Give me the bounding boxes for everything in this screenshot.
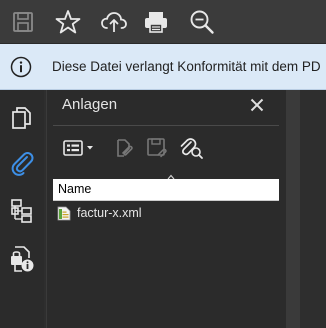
xml-file-icon [57, 206, 71, 221]
attachments-button[interactable] [7, 148, 37, 178]
star-icon [55, 10, 81, 34]
save-icon [13, 12, 33, 32]
save-button[interactable] [8, 7, 38, 37]
document-area [300, 90, 326, 328]
panel-divider [53, 125, 279, 126]
structure-button[interactable] [7, 196, 37, 226]
main-toolbar [0, 0, 326, 44]
structure-tree-icon [11, 199, 32, 223]
info-banner: Diese Datei verlangt Konformität mit dem… [0, 44, 326, 90]
print-button[interactable] [141, 7, 171, 37]
close-panel-button[interactable] [247, 95, 267, 115]
column-header-name[interactable]: Name [53, 179, 279, 201]
options-menu-button[interactable] [60, 134, 98, 162]
favorite-button[interactable] [53, 7, 83, 37]
save-attachment-button[interactable] [144, 134, 170, 162]
paperclip-icon [11, 152, 34, 176]
search-attachment-icon [180, 138, 203, 159]
attachment-list-item[interactable]: factur-x.xml [55, 204, 195, 224]
info-icon [10, 56, 32, 78]
pages-button[interactable] [7, 103, 37, 133]
attachment-file-name: factur-x.xml [77, 206, 142, 220]
document-lock-info-icon [11, 246, 34, 272]
options-menu-icon [63, 140, 93, 156]
panel-resize-gutter[interactable] [286, 90, 300, 328]
save-attachment-icon [147, 138, 167, 158]
pages-icon [12, 107, 31, 129]
info-message: Diese Datei verlangt Konformität mit dem… [52, 59, 321, 74]
navigation-rail [0, 90, 44, 328]
open-attachment-icon [117, 139, 133, 157]
app-window: Diese Datei verlangt Konformität mit dem… [0, 0, 326, 328]
close-icon [250, 98, 264, 112]
zoom-search-button[interactable] [187, 7, 217, 37]
document-properties-button[interactable] [7, 244, 37, 274]
attachments-panel: Anlagen Name factur-x.xml [46, 90, 286, 328]
upload-button[interactable] [99, 7, 129, 37]
cloud-upload-icon [101, 12, 127, 32]
search-zoom-icon [190, 10, 214, 34]
print-icon [145, 12, 167, 33]
open-attachment-button[interactable] [111, 134, 137, 162]
column-header-label: Name [58, 182, 92, 196]
panel-title: Anlagen [62, 96, 118, 113]
search-attachment-button[interactable] [177, 134, 205, 162]
